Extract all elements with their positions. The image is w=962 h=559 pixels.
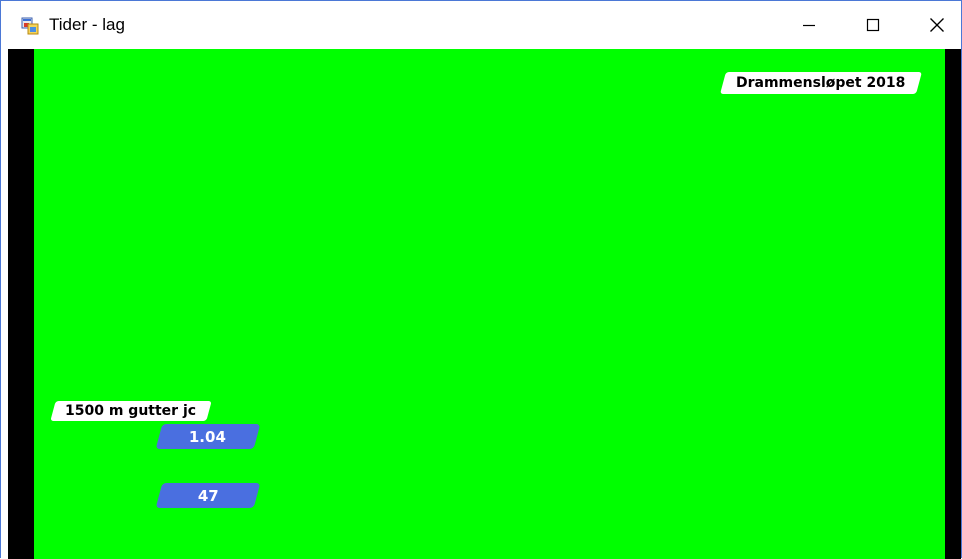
app-icon[interactable] <box>21 17 39 35</box>
time-value: 1.04 <box>189 427 227 446</box>
event-name-label: Drammensløpet 2018 <box>720 72 922 94</box>
client-area: Drammensløpet 2018 1500 m gutter jc 1.04… <box>8 49 961 559</box>
green-screen-stage: Drammensløpet 2018 1500 m gutter jc 1.04… <box>34 49 945 559</box>
close-icon <box>930 18 944 32</box>
event-name-text: Drammensløpet 2018 <box>736 75 906 91</box>
class-name-label: 1500 m gutter jc <box>50 401 212 421</box>
app-window: Tider - lag Drammensløpet 2018 1500 m gu… <box>0 0 962 559</box>
maximize-button[interactable] <box>841 1 905 49</box>
number-value: 47 <box>197 486 219 505</box>
window-title: Tider - lag <box>49 15 125 34</box>
time-badge: 1.04 <box>155 424 261 449</box>
number-badge: 47 <box>155 483 261 508</box>
close-button[interactable] <box>905 1 962 49</box>
maximize-icon <box>866 18 880 32</box>
minimize-button[interactable] <box>777 1 841 49</box>
class-name-text: 1500 m gutter jc <box>65 403 197 419</box>
minimize-icon <box>803 24 815 27</box>
title-bar[interactable]: Tider - lag <box>1 1 961 49</box>
